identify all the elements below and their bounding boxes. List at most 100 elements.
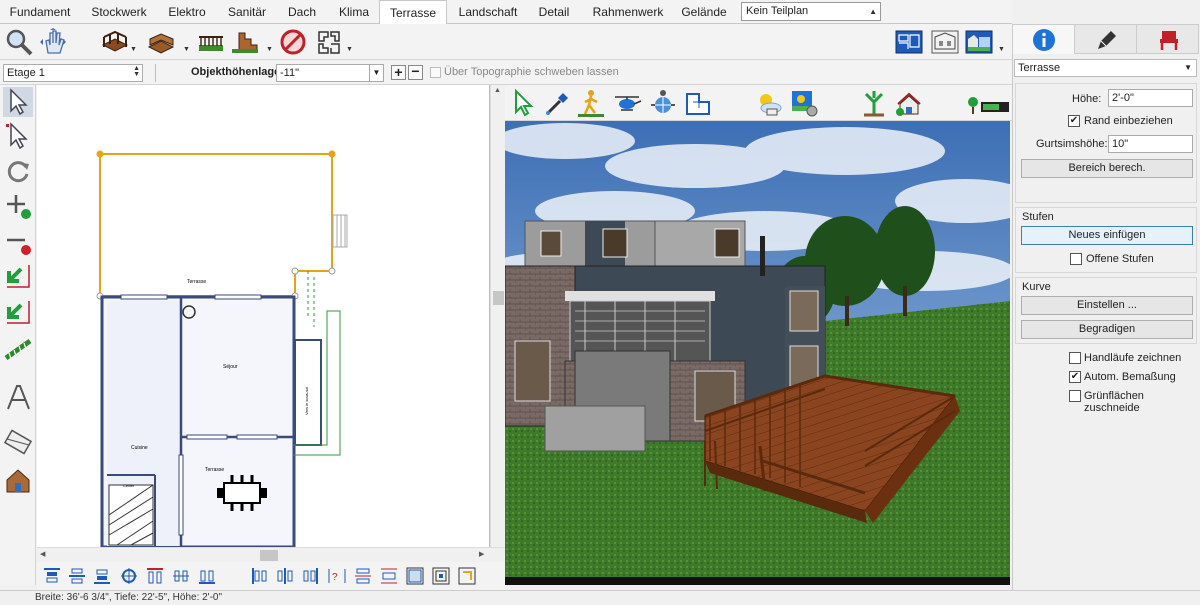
tab-rahmenwerk[interactable]: Rahmenwerk — [588, 0, 668, 24]
center-icon[interactable] — [119, 566, 139, 586]
tab-sanitaer[interactable]: Sanitär — [220, 0, 274, 24]
3d-view[interactable] — [505, 121, 1010, 585]
chevron-down-icon[interactable]: ▼ — [346, 46, 353, 53]
fascia-height-input[interactable]: 10" — [1108, 135, 1193, 153]
steps-heading: Stufen — [1022, 211, 1054, 223]
add-point-icon[interactable] — [3, 191, 33, 221]
floor-plan-view-icon[interactable] — [894, 27, 924, 57]
increase-button[interactable]: + — [391, 65, 406, 80]
scroll-up-icon[interactable]: ▲ — [494, 87, 501, 94]
align-bottom-icon[interactable] — [92, 566, 112, 586]
walk-person-icon[interactable] — [576, 88, 606, 118]
text-icon[interactable] — [3, 383, 33, 413]
object-type-select[interactable]: Terrasse ▼ — [1014, 59, 1197, 77]
fit-icon[interactable] — [457, 566, 477, 586]
align-edge-icon[interactable] — [145, 566, 165, 586]
chevron-down-icon[interactable]: ▼ — [266, 46, 273, 53]
tab-elektro[interactable]: Elektro — [160, 0, 214, 24]
select-arrow-icon[interactable] — [3, 87, 33, 117]
camera-plan-icon[interactable] — [683, 88, 713, 118]
align-top-icon[interactable] — [42, 566, 62, 586]
fence-icon[interactable] — [3, 333, 33, 363]
open-steps-checkbox[interactable] — [1070, 253, 1082, 265]
dimension-icon[interactable]: ? — [327, 566, 347, 586]
plan-horizontal-scrollbar[interactable]: ◀ ▶ — [37, 547, 505, 562]
space-vertical-icon[interactable] — [379, 566, 399, 586]
chevron-down-icon[interactable]: ▼ — [369, 65, 383, 81]
scroll-thumb[interactable] — [493, 291, 504, 305]
calculate-area-button[interactable]: Bereich berech. — [1021, 159, 1193, 178]
object-height-input[interactable]: -11" ▼ — [276, 64, 384, 82]
sun-sky-icon[interactable] — [753, 88, 783, 118]
tab-gelaende[interactable]: Gelände — [676, 0, 732, 24]
render-settings-icon[interactable] — [789, 88, 819, 118]
chevron-down-icon[interactable]: ▼ — [998, 46, 1005, 53]
tab-stockwerk[interactable]: Stockwerk — [84, 0, 154, 24]
topography-checkbox[interactable] — [430, 67, 441, 78]
chevron-down-icon[interactable]: ▼ — [130, 46, 137, 53]
align-middle-icon[interactable] — [67, 566, 87, 586]
align-base-icon[interactable] — [197, 566, 217, 586]
deck-shape-icon[interactable] — [314, 27, 344, 57]
plan-vertical-scrollbar[interactable]: ▲ — [490, 85, 505, 547]
zoom-icon[interactable] — [4, 27, 34, 57]
railing-icon[interactable] — [196, 27, 226, 57]
align-left-icon[interactable] — [250, 566, 270, 586]
select-points-icon[interactable] — [3, 121, 33, 151]
rotate-icon[interactable] — [3, 157, 33, 187]
tab-detail[interactable]: Detail — [532, 0, 576, 24]
frame-icon[interactable] — [405, 566, 425, 586]
decrease-button[interactable]: − — [408, 64, 423, 80]
align-center-icon[interactable] — [275, 566, 295, 586]
tab-dach[interactable]: Dach — [282, 0, 322, 24]
select-3d-icon[interactable] — [508, 88, 538, 118]
tab-style[interactable] — [1074, 24, 1137, 54]
landscape-house-icon[interactable] — [894, 88, 924, 118]
elevation-view-icon[interactable] — [930, 27, 960, 57]
tab-info[interactable] — [1012, 24, 1075, 54]
scroll-right-icon[interactable]: ▶ — [479, 550, 484, 558]
plan-view[interactable]: Terrasse Séjour Cuisine Cellier Terrasse… — [37, 85, 490, 547]
deck-stairs-icon[interactable] — [146, 27, 176, 57]
label-sejour: Séjour — [223, 364, 238, 370]
floor-select[interactable]: Etage 1 ▲ ▼ — [3, 64, 143, 82]
include-edge-checkbox[interactable]: ✔ — [1068, 115, 1080, 127]
3d-view-icon[interactable] — [964, 27, 994, 57]
partial-plan-value: Kein Teilplan — [746, 5, 809, 17]
helicopter-icon[interactable] — [612, 88, 642, 118]
film-icon[interactable] — [3, 427, 33, 457]
terrain-level-icon[interactable] — [965, 88, 1010, 118]
no-deck-icon[interactable] — [278, 27, 308, 57]
nested-frame-icon[interactable] — [431, 566, 451, 586]
scroll-left-icon[interactable]: ◀ — [40, 550, 45, 558]
insert-new-step-button[interactable]: Neues einfügen — [1021, 226, 1193, 245]
adjust-curve-button[interactable]: Einstellen ... — [1021, 296, 1193, 315]
chevron-down-icon[interactable]: ▼ — [183, 46, 190, 53]
straighten-button[interactable]: Begradigen — [1021, 320, 1193, 339]
trim-green-areas-checkbox[interactable] — [1069, 390, 1081, 402]
scroll-thumb[interactable] — [260, 550, 278, 561]
pan-hand-icon[interactable] — [38, 27, 68, 57]
deck-steps-icon[interactable] — [230, 27, 260, 57]
partial-plan-select[interactable]: Kein Teilplan ▲▼ — [741, 2, 881, 33]
move-out-icon[interactable] — [3, 297, 33, 327]
move-in-icon[interactable] — [3, 261, 33, 291]
orbit-icon[interactable] — [648, 88, 678, 118]
tab-fundament[interactable]: Fundament — [4, 0, 76, 24]
remove-point-icon[interactable] — [3, 227, 33, 257]
tab-furniture[interactable] — [1136, 24, 1199, 54]
height-input[interactable]: 2'-0" — [1108, 89, 1193, 107]
house-icon[interactable] — [3, 465, 33, 495]
space-evenly-icon[interactable] — [353, 566, 373, 586]
auto-dimension-checkbox[interactable]: ✔ — [1069, 371, 1081, 383]
tab-klima[interactable]: Klima — [332, 0, 376, 24]
distribute-icon[interactable] — [171, 566, 191, 586]
deck-icon[interactable] — [100, 27, 130, 57]
align-right-icon[interactable] — [300, 566, 320, 586]
draw-handrails-checkbox[interactable] — [1069, 352, 1081, 364]
plant-icon[interactable] — [859, 88, 889, 118]
tab-terrasse[interactable]: Terrasse — [379, 0, 447, 25]
eyedropper-icon[interactable] — [542, 88, 572, 118]
include-edge-label: Rand einbeziehen — [1084, 115, 1173, 127]
tab-landschaft[interactable]: Landschaft — [452, 0, 524, 24]
